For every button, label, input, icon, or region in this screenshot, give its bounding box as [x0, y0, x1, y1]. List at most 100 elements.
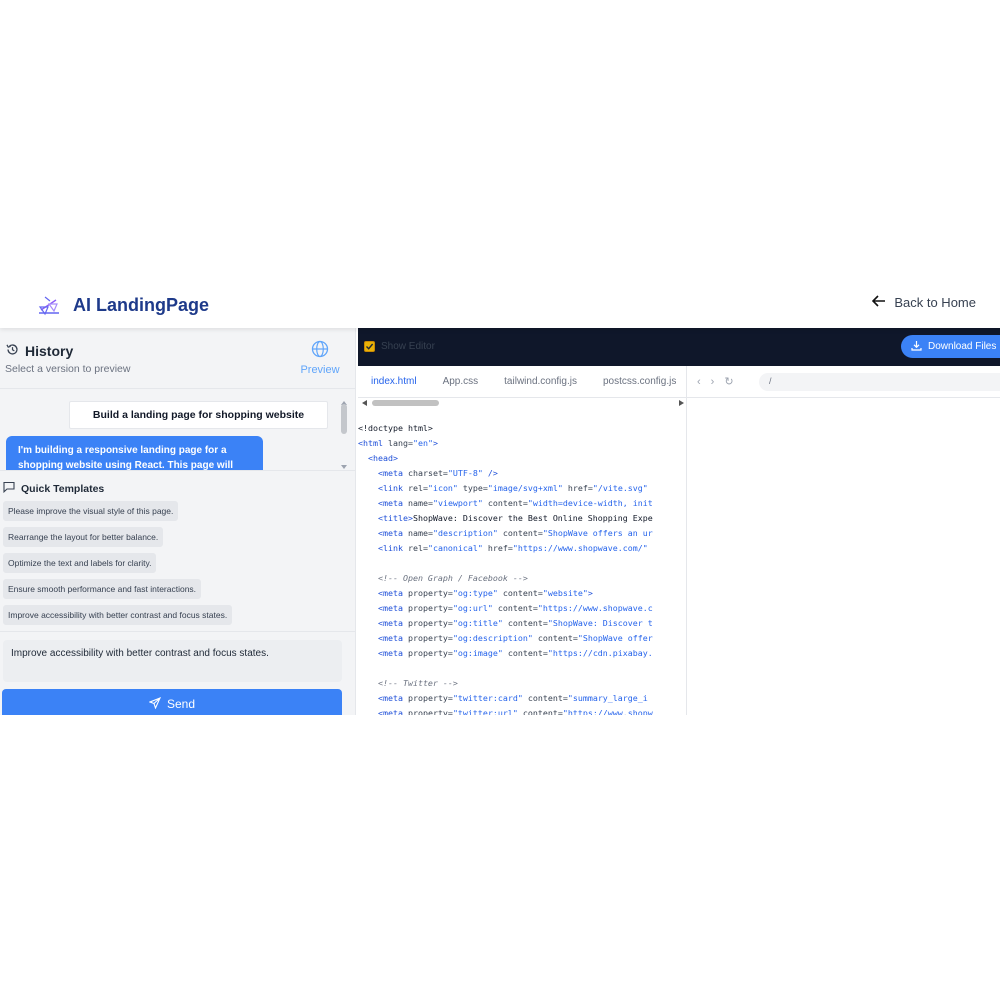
code-line[interactable]: <title>ShopWave: Discover the Best Onlin… — [358, 511, 686, 526]
editor-toolbar: Show Editor Download Files — [358, 328, 1000, 366]
code-token: <meta — [377, 708, 408, 715]
code-token: type= — [457, 483, 488, 493]
history-title-label: History — [25, 343, 74, 359]
code-token: property= — [407, 693, 453, 703]
chat-scrollbar[interactable] — [340, 401, 348, 469]
template-chip[interactable]: Improve accessibility with better contra… — [3, 605, 233, 625]
scroll-left-icon[interactable] — [362, 400, 367, 406]
back-to-home-link[interactable]: Back to Home — [872, 295, 976, 310]
app-window: AI LandingPage Back to Home History Sele… — [0, 285, 1000, 715]
tab-postcss-config[interactable]: postcss.config.js — [590, 376, 689, 387]
scroll-thumb[interactable] — [372, 400, 439, 406]
code-line[interactable] — [358, 556, 686, 571]
history-icon — [6, 343, 19, 359]
code-token: "og:description" — [452, 633, 533, 643]
forward-icon[interactable]: › — [711, 376, 715, 388]
code-line[interactable]: <head> — [358, 451, 686, 466]
history-panel: History Select a version to preview Prev… — [0, 328, 356, 715]
code-token: <title> — [377, 513, 413, 523]
code-token: "twitter:url" — [452, 708, 518, 715]
pane-divider[interactable] — [686, 366, 687, 715]
code-token: content= — [502, 648, 548, 658]
code-token: "og:image" — [452, 648, 503, 658]
template-chip[interactable]: Please improve the visual style of this … — [3, 501, 179, 521]
url-input[interactable]: / — [759, 373, 1000, 391]
code-line[interactable]: <link rel="canonical" href="https://www.… — [358, 541, 686, 556]
preview-button[interactable]: Preview — [298, 340, 342, 376]
history-title: History — [6, 343, 73, 359]
template-chip[interactable]: Optimize the text and labels for clarity… — [3, 553, 157, 573]
code-token: "twitter:card" — [452, 693, 523, 703]
code-token: content= — [482, 498, 528, 508]
code-line[interactable]: <meta property="og:title" content="ShopW… — [358, 616, 686, 631]
code-token: "ShopWave offer — [577, 633, 653, 643]
logo-icon — [36, 292, 62, 318]
file-tabs: index.html App.css tailwind.config.js po… — [358, 366, 686, 398]
code-line[interactable]: <meta property="og:image" content="https… — [358, 646, 686, 661]
send-button[interactable]: Send — [2, 689, 342, 715]
tab-app-css[interactable]: App.css — [430, 376, 492, 387]
code-line[interactable]: <meta property="og:description" content=… — [358, 631, 686, 646]
code-line[interactable]: <html lang="en"> — [358, 436, 686, 451]
history-subtitle: Select a version to preview — [5, 363, 131, 375]
show-editor-toggle[interactable]: Show Editor — [364, 341, 435, 352]
code-line[interactable]: <!doctype html> — [358, 421, 686, 436]
scroll-right-icon[interactable] — [679, 400, 684, 406]
scroll-down-icon[interactable] — [341, 465, 347, 469]
code-token: content= — [517, 708, 563, 715]
code-line[interactable]: <meta name="viewport" content="width=dev… — [358, 496, 686, 511]
download-files-button[interactable]: Download Files — [901, 335, 1000, 358]
code-token: content= — [522, 693, 568, 703]
tab-index-html[interactable]: index.html — [358, 376, 430, 387]
history-header: History Select a version to preview Prev… — [0, 328, 355, 389]
code-token: property= — [407, 588, 453, 598]
code-horizontal-scrollbar[interactable] — [358, 398, 686, 408]
code-line[interactable] — [358, 661, 686, 676]
code-line[interactable]: <!-- Open Graph / Facebook --> — [358, 571, 686, 586]
code-editor[interactable]: <!doctype html> <html lang="en"> <head> <… — [358, 408, 686, 715]
code-token: "ShopWave offers an ur — [542, 528, 653, 538]
show-editor-checkbox[interactable] — [364, 341, 375, 352]
code-line[interactable]: <meta name="description" content="ShopWa… — [358, 526, 686, 541]
chat-history: Build a landing page for shopping websit… — [0, 389, 355, 471]
code-line[interactable]: <meta property="og:url" content="https:/… — [358, 601, 686, 616]
top-header: AI LandingPage Back to Home — [0, 285, 1000, 328]
code-token: <!-- Twitter --> — [377, 678, 458, 688]
code-token: > — [432, 438, 438, 448]
template-chip[interactable]: Rearrange the layout for better balance. — [3, 527, 164, 547]
show-editor-label: Show Editor — [381, 341, 435, 352]
user-message[interactable]: Build a landing page for shopping websit… — [69, 401, 328, 429]
template-chip[interactable]: Ensure smooth performance and fast inter… — [3, 579, 202, 599]
message-square-icon — [3, 481, 15, 496]
tab-tailwind-config[interactable]: tailwind.config.js — [491, 376, 590, 387]
code-token: href= — [482, 543, 513, 553]
code-token: <meta — [377, 693, 408, 703]
reload-icon[interactable]: ↻ — [724, 375, 733, 388]
code-line[interactable]: <meta property="og:type" content="websit… — [358, 586, 686, 601]
code-token: content= — [497, 588, 543, 598]
code-line[interactable]: <meta property="twitter:card" content="s… — [358, 691, 686, 706]
ai-message[interactable]: I'm building a responsive landing page f… — [6, 436, 263, 470]
code-token: href= — [562, 483, 593, 493]
editor-panel: Show Editor Download Files index.html Ap… — [358, 328, 1000, 715]
code-token: content= — [497, 528, 543, 538]
code-token: "/vite.svg" — [592, 483, 648, 493]
code-token: <meta — [377, 633, 408, 643]
code-line[interactable]: <link rel="icon" type="image/svg+xml" hr… — [358, 481, 686, 496]
back-icon[interactable]: ‹ — [697, 376, 701, 388]
arrow-left-icon — [872, 295, 886, 310]
code-token: <meta — [377, 528, 408, 538]
code-line[interactable]: <meta charset="UTF-8" /> — [358, 466, 686, 481]
globe-icon — [311, 340, 329, 362]
code-token: "UTF-8" — [447, 468, 483, 478]
code-token: "image/svg+xml" — [487, 483, 563, 493]
scroll-thumb[interactable] — [341, 404, 347, 434]
code-line[interactable]: <!-- Twitter --> — [358, 676, 686, 691]
code-line[interactable]: <meta property="twitter:url" content="ht… — [358, 706, 686, 715]
prompt-input[interactable]: Improve accessibility with better contra… — [3, 640, 342, 682]
